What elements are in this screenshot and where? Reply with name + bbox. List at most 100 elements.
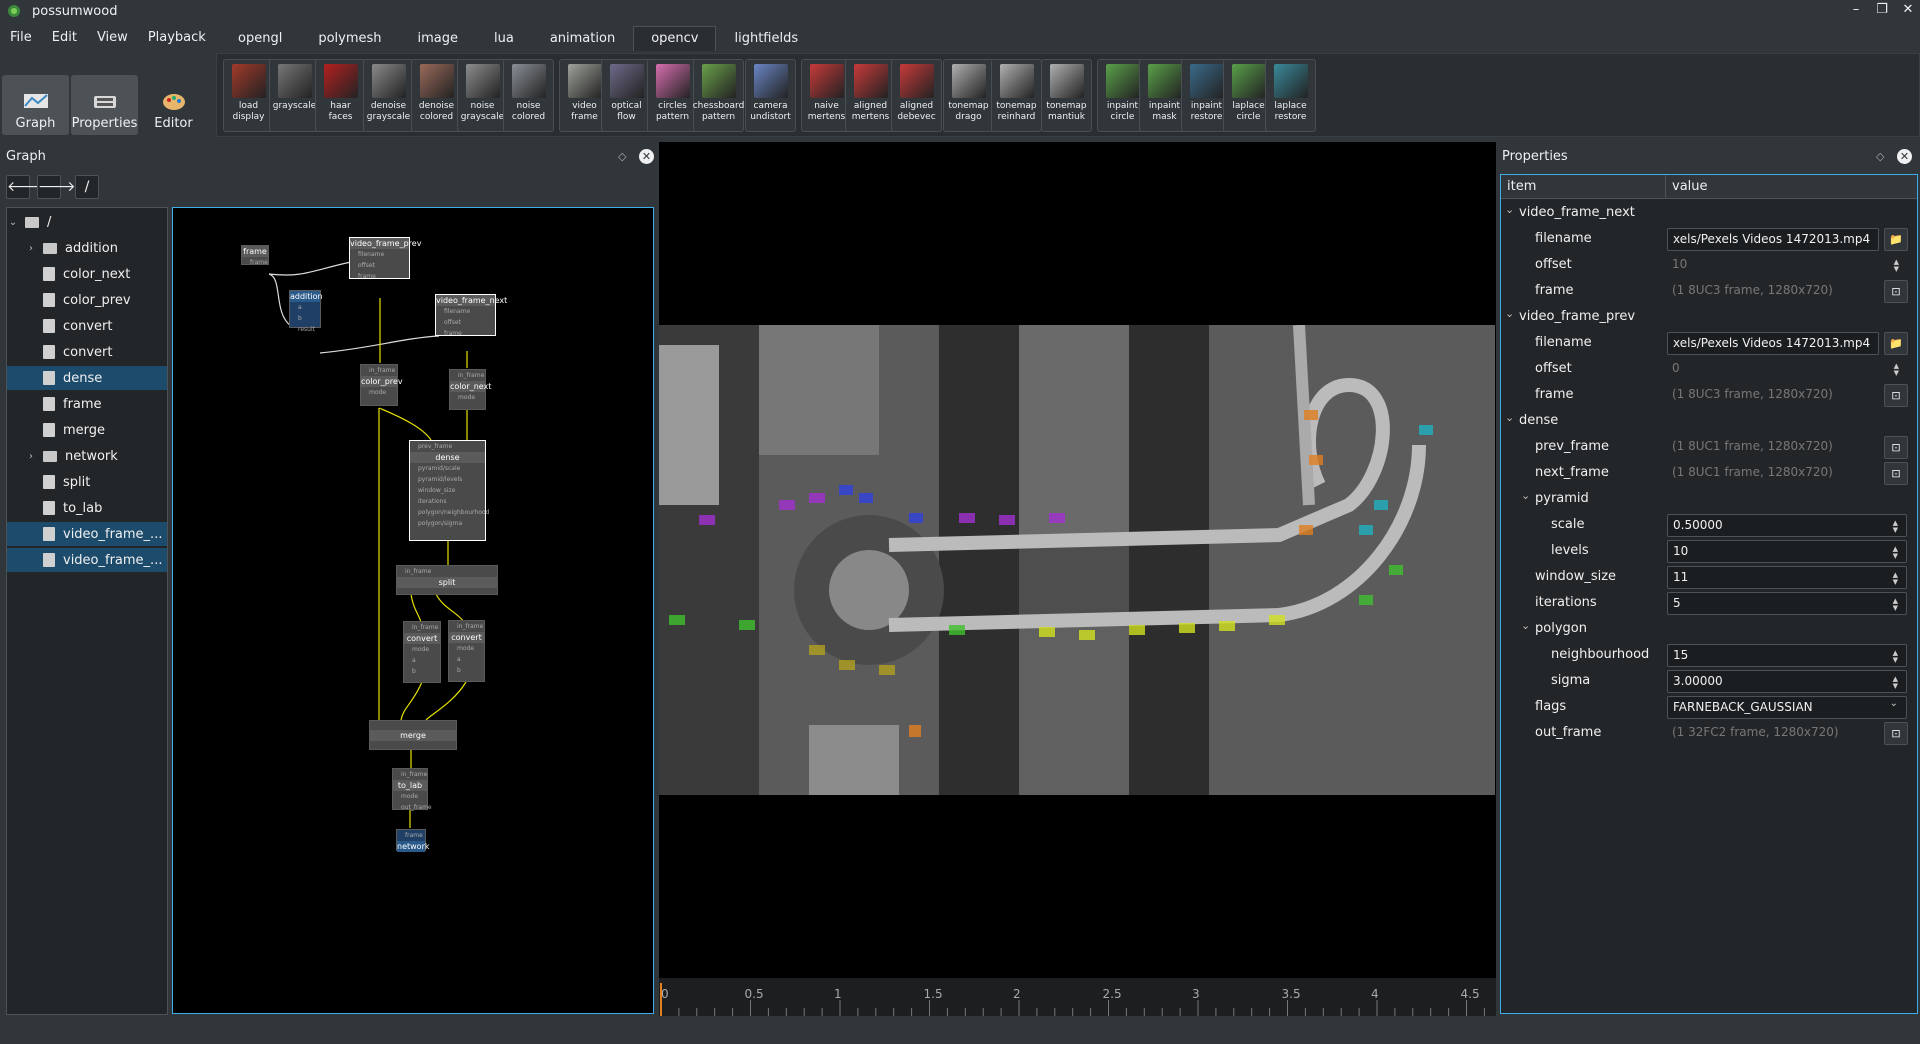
tree-item[interactable]: merge — [7, 418, 167, 442]
tree-item[interactable]: color_prev — [7, 288, 167, 312]
properties-mode-button[interactable]: Properties — [71, 75, 138, 135]
tree-item[interactable]: video_frame_... — [7, 522, 167, 546]
close-icon[interactable]: ✕ — [639, 148, 654, 164]
spinner-arrows-icon[interactable]: ▲ ▼ — [1893, 676, 1898, 690]
tool-laplace-restore-button[interactable]: laplace restore — [1265, 59, 1316, 132]
tab-image[interactable]: image — [400, 26, 477, 51]
tool-aligned-debevec-button[interactable]: aligned debevec — [891, 59, 942, 132]
spinner-arrows-icon[interactable]: ▲ ▼ — [1893, 546, 1898, 560]
node-video-frame-prev[interactable]: video_frame_prev filename offset frame — [349, 237, 421, 280]
property-value-spin[interactable]: 10 ▲ ▼ — [1667, 540, 1907, 563]
menu-file[interactable]: File — [0, 26, 42, 50]
menu-view[interactable]: View — [87, 26, 138, 50]
menu-playback[interactable]: Playback — [138, 26, 216, 50]
node-color-prev[interactable]: in_frame color_prev mode — [360, 364, 403, 406]
tab-opengl[interactable]: opengl — [220, 26, 300, 51]
path-button[interactable]: / — [75, 175, 99, 199]
forward-button[interactable]: 🡒 — [37, 175, 76, 199]
browse-folder-icon[interactable]: 📁 — [1884, 332, 1908, 355]
spinner-arrows-icon[interactable]: ▲ ▼ — [1893, 520, 1898, 534]
chevron-down-icon[interactable]: ⌄ — [1505, 411, 1514, 424]
tool-denoise-colored-button[interactable]: denoise colored — [411, 59, 462, 132]
chevron-right-icon[interactable]: › — [25, 243, 37, 254]
tool-camera-undistort-button[interactable]: camera undistort — [745, 59, 796, 132]
minimize-icon[interactable]: – — [1848, 2, 1864, 18]
tree-item[interactable]: frame — [7, 392, 167, 416]
back-button[interactable]: 🡐 — [6, 175, 45, 199]
tool-load-display-button[interactable]: load display — [223, 59, 274, 132]
property-value-spin[interactable]: 0.50000 ▲ ▼ — [1667, 514, 1907, 537]
tool-grayscale-button[interactable]: grayscale — [269, 59, 320, 132]
graph-mode-button[interactable]: Graph — [2, 75, 69, 135]
node-convert-1[interactable]: in_frame convert mode a b — [403, 621, 441, 683]
chevron-down-icon[interactable]: ⌄ — [1890, 699, 1898, 709]
tree-item[interactable]: color_next — [7, 262, 167, 286]
node-video-frame-next[interactable]: video_frame_next filename offset frame — [435, 294, 507, 337]
tab-opencv[interactable]: opencv — [633, 26, 717, 51]
tab-lightfields[interactable]: lightfields — [716, 26, 816, 51]
tool-tonemap-drago-button[interactable]: tonemap drago — [943, 59, 994, 132]
chevron-right-icon[interactable]: › — [25, 451, 37, 462]
spinner-arrows-icon[interactable]: ▲ ▼ — [1893, 598, 1898, 612]
spinner-arrows-icon[interactable]: ▲ ▼ — [1893, 650, 1898, 664]
tool-circles-pattern-button[interactable]: circles pattern — [647, 59, 698, 132]
node-color-next[interactable]: in_frame color_next mode — [449, 369, 491, 410]
tool-aligned-mertens-button[interactable]: aligned mertens — [845, 59, 896, 132]
node-dense[interactable]: prev_frame dense pyramid/scale pyramid/leve… — [409, 440, 489, 541]
property-value-spin[interactable]: 3.00000 ▲ ▼ — [1667, 670, 1907, 693]
tab-animation[interactable]: animation — [532, 26, 633, 51]
chevron-down-icon[interactable]: ⌄ — [1521, 619, 1530, 632]
close-icon[interactable]: ✕ — [1900, 2, 1916, 18]
view-frame-icon[interactable]: ⊡ — [1884, 280, 1908, 303]
tool-chessboard-pattern-button[interactable]: chessboard pattern — [693, 59, 744, 132]
node-frame[interactable]: frame frame — [241, 245, 269, 266]
float-icon[interactable]: ◇ — [1876, 150, 1884, 163]
tool-tonemap-reinhard-button[interactable]: tonemap reinhard — [991, 59, 1042, 132]
view-frame-icon[interactable]: ⊡ — [1884, 436, 1908, 459]
property-value-spin[interactable]: 15 ▲ ▼ — [1667, 644, 1907, 667]
node-to-lab[interactable]: in_frame to_lab mode out_frame — [392, 768, 432, 811]
node-addition[interactable]: addition a b result — [289, 290, 323, 333]
tree-item[interactable]: video_frame_... — [7, 548, 167, 572]
chevron-down-icon[interactable]: ⌄ — [1505, 203, 1514, 216]
chevron-down-icon[interactable]: ⌄ — [7, 217, 19, 228]
tab-lua[interactable]: lua — [476, 26, 532, 51]
view-frame-icon[interactable]: ⊡ — [1884, 462, 1908, 485]
tree-item[interactable]: convert — [7, 340, 167, 364]
graph-canvas[interactable]: frame frame addition a b result video_frame_… — [172, 207, 654, 1014]
float-icon[interactable]: ◇ — [618, 150, 626, 163]
tree-item[interactable]: ⌄ / — [7, 210, 167, 234]
spinner-arrows-icon[interactable]: ▲ ▼ — [1893, 572, 1898, 586]
tool-noise-grayscale-button[interactable]: noise grayscale — [457, 59, 508, 132]
tree-item[interactable]: › addition — [7, 236, 167, 260]
tool-haar-faces-button[interactable]: haar faces — [315, 59, 366, 132]
chevron-down-icon[interactable]: ⌄ — [1505, 307, 1514, 320]
property-value-file[interactable]: xels/Pexels Videos 1472013.mp4 — [1667, 228, 1879, 251]
tree-item[interactable]: to_lab — [7, 496, 167, 520]
chevron-down-icon[interactable]: ⌄ — [1521, 489, 1530, 502]
property-value-combo[interactable]: FARNEBACK_GAUSSIAN ⌄ — [1667, 696, 1907, 719]
tree-item[interactable]: convert — [7, 314, 167, 338]
timeline[interactable]: 0 0.5 1 1.5 2 2.5 3 3.5 4 4.5 — [659, 978, 1539, 1016]
menu-edit[interactable]: Edit — [42, 26, 87, 50]
editor-mode-button[interactable]: Editor — [140, 75, 207, 135]
node-convert-2[interactable]: in_frame convert mode a b — [448, 620, 485, 682]
node-merge[interactable]: merge — [369, 720, 457, 750]
node-network[interactable]: frame network — [396, 829, 430, 852]
property-value-file[interactable]: xels/Pexels Videos 1472013.mp4 — [1667, 332, 1879, 355]
view-frame-icon[interactable]: ⊡ — [1884, 384, 1908, 407]
view-frame-icon[interactable]: ⊡ — [1884, 722, 1908, 745]
browse-folder-icon[interactable]: 📁 — [1884, 228, 1908, 251]
tool-denoise-grayscale-button[interactable]: denoise grayscale — [363, 59, 414, 132]
tool-noise-colored-button[interactable]: noise colored — [503, 59, 554, 132]
node-split[interactable]: in_frame split — [396, 565, 498, 595]
tab-polymesh[interactable]: polymesh — [300, 26, 399, 51]
tool-tonemap-mantiuk-button[interactable]: tonemap mantiuk — [1041, 59, 1092, 132]
tree-item[interactable]: › network — [7, 444, 167, 468]
tree-item[interactable]: dense — [7, 366, 167, 390]
property-value-spin[interactable]: 5 ▲ ▼ — [1667, 592, 1907, 615]
maximize-icon[interactable]: ❐ — [1874, 2, 1890, 18]
close-icon[interactable]: ✕ — [1897, 148, 1912, 164]
tool-optical-flow-button[interactable]: optical flow — [601, 59, 652, 132]
tree-item[interactable]: split — [7, 470, 167, 494]
